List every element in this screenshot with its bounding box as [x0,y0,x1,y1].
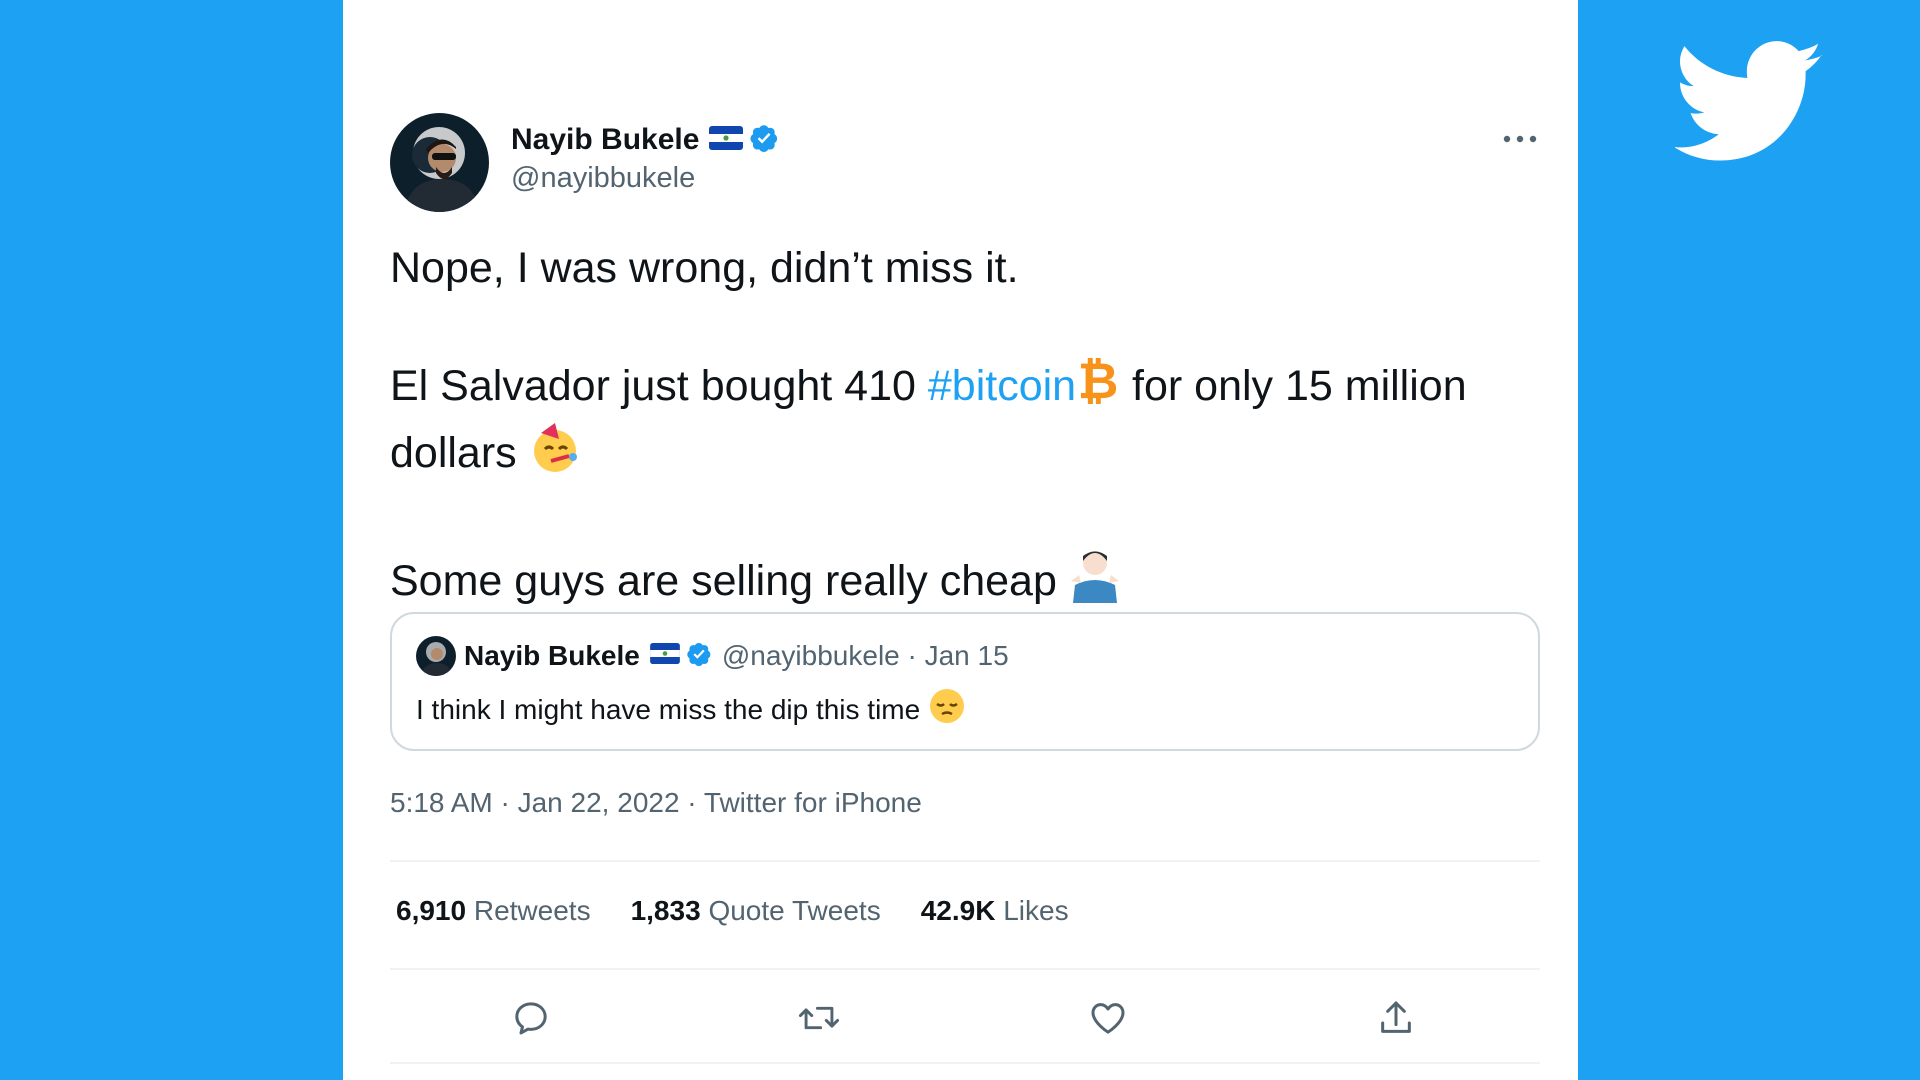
verified-badge-icon [749,123,779,158]
retweets-stat[interactable]: 6,910 Retweets [396,895,591,927]
tweet-line-1: Nope, I was wrong, didn’t miss it. [390,244,1019,292]
partying-face-emoji-icon [529,423,581,490]
retweets-count: 6,910 [396,895,467,926]
quoted-author-avatar [416,636,456,676]
likes-count: 42.9K [920,895,996,926]
el-salvador-flag-icon [649,643,680,669]
retweet-icon[interactable] [791,990,847,1046]
quoted-author-name: Nayib Bukele [464,640,640,671]
divider [390,1062,1540,1064]
tweet-timestamp[interactable]: 5:18 AM · Jan 22, 2022 · Twitter for iPh… [390,787,922,819]
tweet-line-2-start: El Salvador just bought 410 [390,362,928,410]
quoted-tweet-header: Nayib Bukele @nayibbukele · Jan 15 [416,636,1009,676]
author-info: Nayib Bukele @nayibbukele [511,120,779,195]
quote-tweets-label: Quote Tweets [708,895,881,926]
tweet-stats: 6,910 Retweets 1,833 Quote Tweets 42.9K … [396,895,1109,927]
quote-tweets-stat[interactable]: 1,833 Quote Tweets [631,895,881,927]
like-icon[interactable] [1080,990,1136,1046]
tweet-card: Nayib Bukele @nayibbukele Nope, I was wr… [343,0,1578,1080]
author-name[interactable]: Nayib Bukele [511,123,699,157]
reply-icon[interactable] [503,990,559,1046]
quoted-handle-date: @nayibbukele · Jan 15 [721,640,1009,671]
likes-stat[interactable]: 42.9K Likes [921,895,1069,927]
tweet-text: Nope, I was wrong, didn’t miss it. El Sa… [390,240,1510,675]
divider [390,968,1540,970]
divider [390,860,1540,862]
bitcoin-icon: ₿ [1076,352,1120,423]
twitter-bird-icon [1675,41,1823,161]
tweet-line-3: Some guys are selling really cheap [390,547,1510,618]
likes-label: Likes [1003,895,1069,926]
more-options-icon[interactable] [1500,124,1540,154]
share-icon[interactable] [1368,990,1424,1046]
bitcoin-hashtag-link[interactable]: #bitcoin [928,362,1076,410]
person-shrugging-emoji-icon [1069,547,1121,618]
quoted-tweet-text-row: I think I might have miss the dip this t… [416,687,966,732]
author-handle[interactable]: @nayibbukele [511,162,779,195]
svg-text:₿: ₿ [1078,354,1119,408]
tweet-line-2: El Salvador just bought 410 #bitcoin ₿ fo… [390,352,1510,490]
tweet-line-3-text: Some guys are selling really cheap [390,557,1057,605]
el-salvador-flag-icon [709,125,744,155]
verified-badge-icon [686,641,712,672]
quote-tweets-count: 1,833 [630,895,701,926]
retweets-label: Retweets [473,895,591,926]
author-avatar[interactable] [390,113,489,212]
quoted-tweet-text: I think I might have miss the dip this t… [416,693,921,725]
quoted-tweet[interactable]: Nayib Bukele @nayibbukele · Jan 15 I thi… [390,612,1540,751]
tweet-actions [390,990,1540,1046]
pensive-face-emoji-icon [928,687,966,732]
